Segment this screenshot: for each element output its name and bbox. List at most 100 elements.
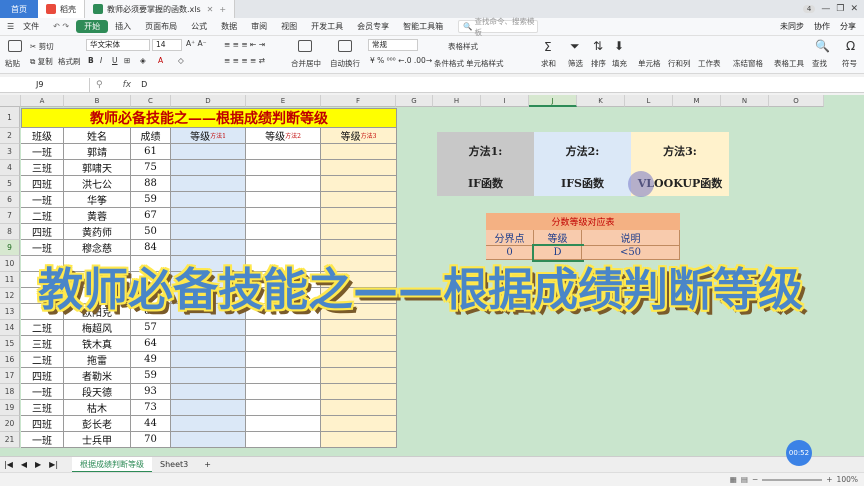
cell-name[interactable]: 铁木真 — [64, 336, 131, 352]
row-header-16[interactable]: 16 — [0, 352, 20, 368]
cell-score[interactable]: 73 — [131, 400, 171, 416]
cell-grade-method2[interactable] — [246, 192, 321, 208]
cell-grade-method2[interactable] — [246, 336, 321, 352]
cell-class[interactable]: 四班 — [21, 176, 64, 192]
last-sheet-icon[interactable]: ▶| — [45, 460, 62, 469]
cell-grade-method2[interactable] — [246, 320, 321, 336]
fill-color-icon[interactable]: ◈ — [140, 56, 146, 65]
wrap-icon[interactable] — [338, 40, 352, 52]
cell-grade-method2[interactable] — [246, 416, 321, 432]
border-icon[interactable]: ⊞ — [124, 56, 130, 65]
tab-count-badge[interactable]: 4 — [802, 5, 816, 13]
row-header-8[interactable]: 8 — [0, 224, 20, 240]
docer-tab[interactable]: 稻壳 — [38, 0, 84, 18]
menu-smart-tools[interactable]: 智能工具箱 — [396, 21, 450, 32]
cell-grade-method1[interactable] — [171, 176, 246, 192]
cell-grade-method2[interactable] — [246, 400, 321, 416]
cell-name[interactable]: 梅超风 — [64, 320, 131, 336]
column-header-E[interactable]: E — [246, 95, 321, 107]
cell-grade-method2[interactable] — [246, 160, 321, 176]
formula-input[interactable]: D — [141, 80, 147, 89]
cell-name[interactable]: 华筝 — [64, 192, 131, 208]
menu-review[interactable]: 审阅 — [244, 21, 274, 32]
cell-class[interactable]: 四班 — [21, 224, 64, 240]
menu-data[interactable]: 数据 — [214, 21, 244, 32]
share-button[interactable]: 分享 — [840, 21, 856, 32]
cell-grade-method1[interactable] — [171, 336, 246, 352]
symbol-icon[interactable]: Ω — [846, 39, 855, 53]
command-search-input[interactable]: 🔍 查找命令、搜索模板 — [458, 17, 539, 37]
cell-name[interactable]: 者勒米 — [64, 368, 131, 384]
cell-name[interactable]: 枯木 — [64, 400, 131, 416]
cell-grade-method1[interactable] — [171, 352, 246, 368]
row-header-3[interactable]: 3 — [0, 144, 20, 160]
clear-format-icon[interactable]: ◇ — [178, 56, 184, 65]
cell-score[interactable]: 59 — [131, 192, 171, 208]
row-header-15[interactable]: 15 — [0, 336, 20, 352]
cell-score[interactable]: 70 — [131, 432, 171, 448]
symbol-button[interactable]: 符号 — [842, 58, 857, 69]
cell-class[interactable]: 四班 — [21, 416, 64, 432]
cell-name[interactable]: 段天德 — [64, 384, 131, 400]
table-style-button[interactable]: 表格样式 — [448, 41, 478, 52]
menu-start[interactable]: 开始 — [76, 20, 109, 33]
cell-name[interactable]: 洪七公 — [64, 176, 131, 192]
cell-grade-method3[interactable] — [321, 144, 397, 160]
cell-score[interactable]: 57 — [131, 320, 171, 336]
zoom-in-icon[interactable]: + — [826, 475, 836, 484]
cell-score[interactable]: 61 — [131, 144, 171, 160]
cell-class[interactable]: 三班 — [21, 336, 64, 352]
cell-grade-method3[interactable] — [321, 432, 397, 448]
zoom-level[interactable]: 100% — [837, 475, 864, 484]
minimize-icon[interactable]: — — [821, 4, 830, 14]
cell-class[interactable]: 四班 — [21, 368, 64, 384]
row-header-9[interactable]: 9 — [0, 240, 20, 256]
align-left-icon[interactable]: ≡ ≡ ≡ ≡ ⇄ — [224, 56, 265, 65]
font-name-select[interactable]: 华文宋体 — [86, 39, 150, 51]
mapping-table-title[interactable]: 分数等级对应表 — [486, 213, 680, 230]
cell-class[interactable]: 二班 — [21, 352, 64, 368]
fill-button[interactable]: 填充 — [612, 58, 627, 69]
menu-view[interactable]: 视图 — [274, 21, 304, 32]
sum-button[interactable]: 求和 — [541, 58, 556, 69]
column-header-A[interactable]: A — [21, 95, 64, 107]
column-header-O[interactable]: O — [769, 95, 824, 107]
select-all-corner[interactable] — [0, 95, 21, 107]
row-header-2[interactable]: 2 — [0, 128, 20, 144]
row-header-13[interactable]: 13 — [0, 304, 20, 320]
menu-formula[interactable]: 公式 — [184, 21, 214, 32]
menu-icon[interactable]: ☰ — [0, 22, 16, 31]
wrap-button[interactable]: 自动换行 — [330, 58, 360, 69]
cell-name[interactable]: 拖雷 — [64, 352, 131, 368]
cell-class[interactable]: 三班 — [21, 400, 64, 416]
column-header-F[interactable]: F — [321, 95, 396, 107]
sort-icon[interactable]: ⇅ — [593, 39, 603, 53]
bold-icon[interactable]: B — [88, 56, 94, 65]
row-header-7[interactable]: 7 — [0, 208, 20, 224]
cell-grade-method3[interactable] — [321, 352, 397, 368]
italic-icon[interactable]: I — [100, 56, 102, 65]
add-sheet-button[interactable]: + — [196, 457, 219, 473]
cell-grade-method2[interactable] — [246, 368, 321, 384]
next-sheet-icon[interactable]: ▶ — [31, 460, 45, 469]
column-header-J[interactable]: J — [529, 95, 577, 107]
menu-page-layout[interactable]: 页面布局 — [138, 21, 184, 32]
cell-grade-method3[interactable] — [321, 192, 397, 208]
cell-grade-method3[interactable] — [321, 160, 397, 176]
sort-button[interactable]: 排序 — [591, 58, 606, 69]
paste-button[interactable]: 粘贴 — [5, 58, 20, 69]
cell-grade-method1[interactable] — [171, 400, 246, 416]
sum-icon[interactable]: Σ — [544, 40, 552, 54]
method2-func[interactable]: IFS函数 — [534, 169, 631, 196]
cell-score[interactable]: 49 — [131, 352, 171, 368]
header-grade-method1[interactable]: 等级 方法1 — [171, 128, 246, 144]
row-header-18[interactable]: 18 — [0, 384, 20, 400]
column-header-D[interactable]: D — [171, 95, 246, 107]
header-grade-method2[interactable]: 等级 方法2 — [246, 128, 321, 144]
name-box[interactable]: J9 — [0, 77, 90, 92]
row-header-10[interactable]: 10 — [0, 256, 20, 272]
view-normal-icon[interactable]: ▦ — [730, 475, 741, 484]
file-tab[interactable]: 教师必须要掌握的函数.xls ✕ + — [84, 0, 236, 18]
cell-score[interactable]: 44 — [131, 416, 171, 432]
find-button[interactable]: 查找 — [812, 58, 827, 69]
